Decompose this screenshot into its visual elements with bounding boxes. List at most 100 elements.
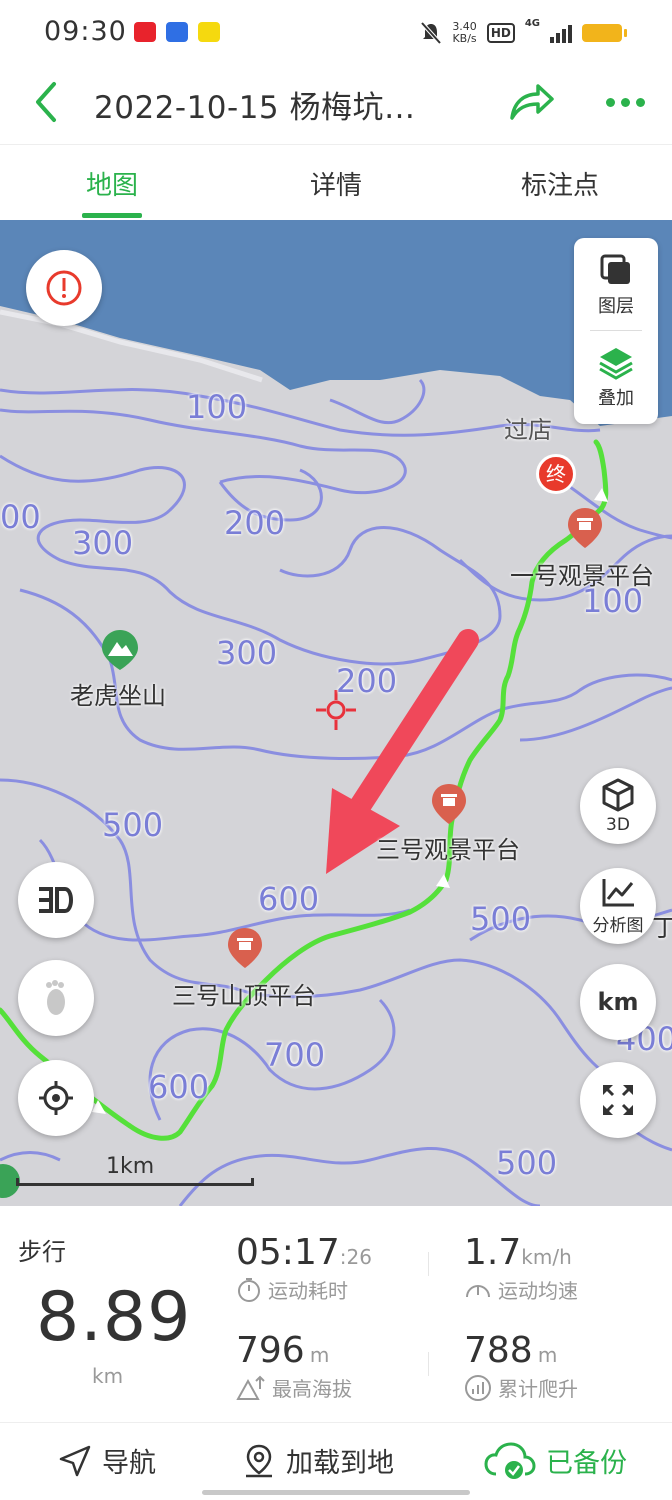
dot — [635, 97, 645, 107]
contour-label: 600 — [258, 880, 320, 918]
tab-map[interactable]: 地图 — [82, 165, 142, 202]
active-tab-indicator — [82, 213, 142, 218]
avg-speed-stat: 1.7km/h 运动均速 — [464, 1232, 578, 1304]
status-bar: 09:30 3.40 KB/s HD 4G — [0, 0, 672, 64]
overlay-label: 叠加 — [598, 388, 634, 409]
contour-label: 00 — [0, 498, 41, 536]
navigation-arrow-icon — [59, 1445, 91, 1476]
tab-markers[interactable]: 标注点 — [514, 165, 606, 202]
status-time: 09:30 — [44, 16, 127, 47]
layer-button[interactable]: 图层 — [574, 240, 658, 330]
network-type: 4G — [524, 18, 540, 29]
net-speed: 3.40 KB/s — [452, 20, 477, 45]
avg-speed-unit: km/h — [521, 1245, 572, 1269]
stats-panel: 步行 8.89 km 05:17:26 运动耗时 1.7km/h 运动均速 79… — [0, 1206, 672, 1422]
line-chart-icon — [602, 878, 634, 906]
avg-speed-label: 运动均速 — [498, 1279, 578, 1303]
climb-chart-icon — [465, 1374, 491, 1401]
status-indicators: 3.40 KB/s HD 4G — [420, 18, 627, 48]
layers-copy-icon — [600, 254, 630, 284]
unit-toggle-button[interactable]: km — [580, 964, 656, 1040]
contour-label: 300 — [72, 524, 134, 562]
activity-type: 步行 — [18, 1238, 66, 1266]
tab-details[interactable]: 详情 — [306, 165, 366, 202]
navigate-label: 导航 — [102, 1448, 156, 1479]
tab-bar: 地图 详情 标注点 — [0, 144, 672, 220]
scale-label: 1km — [106, 1154, 155, 1179]
map-canvas — [0, 220, 672, 1206]
divider — [428, 1252, 429, 1276]
baidu-app-icon — [166, 22, 188, 42]
load-to-map-label: 加载到地 — [286, 1448, 394, 1479]
contour-label: 200 — [224, 504, 286, 542]
ascent-label: 累计爬升 — [498, 1377, 578, 1401]
dot — [605, 97, 615, 107]
group-buy-app-icon — [198, 22, 220, 42]
hd-badge: HD — [486, 23, 515, 43]
map-view[interactable]: 100 100 200 200 300 300 500 500 500 600 … — [0, 220, 672, 1206]
ascent-value: 788 — [464, 1330, 533, 1371]
viewpoint-marker-icon[interactable] — [226, 926, 264, 970]
mountain-marker-icon[interactable] — [100, 628, 140, 672]
share-icon — [510, 84, 554, 120]
divider — [590, 330, 642, 331]
analysis-chart-button[interactable]: 分析图 — [580, 868, 656, 944]
end-marker-icon[interactable]: 终 — [536, 454, 576, 494]
stopwatch-icon — [238, 1277, 260, 1302]
3d-view-button[interactable]: 3D — [580, 768, 656, 844]
load-to-map-button[interactable]: 加载到地 — [242, 1441, 394, 1480]
place-label-laohu: 老虎坐山 — [70, 682, 166, 710]
sea-area — [0, 220, 672, 426]
place-label-guodian: 过店 — [504, 416, 552, 444]
cloud-check-icon — [484, 1441, 536, 1479]
duration-value: 05:17 — [236, 1232, 340, 1273]
shop-app-icon — [134, 22, 156, 42]
navigate-button[interactable]: 导航 — [58, 1441, 156, 1480]
expand-icon — [603, 1085, 633, 1115]
footprint-button[interactable] — [18, 960, 94, 1036]
viewpoint-marker-icon[interactable] — [430, 782, 468, 826]
mountain-peak-icon — [236, 1375, 265, 1400]
terrain-3d-button[interactable] — [18, 862, 94, 938]
place-label-platform1: 一号观景平台 — [510, 562, 654, 590]
app-header: 2022-10-15 杨梅坑… — [0, 64, 672, 144]
duration-stat: 05:17:26 运动耗时 — [236, 1232, 372, 1304]
fullscreen-button[interactable] — [580, 1062, 656, 1138]
bottom-action-bar: 导航 加载到地 已备份 — [0, 1422, 672, 1500]
layer-panel: 图层 叠加 — [574, 238, 658, 424]
contour-label: 500 — [496, 1144, 558, 1182]
location-pin-icon — [246, 1444, 272, 1477]
max-alt-unit: m — [309, 1343, 330, 1367]
distance-unit: km — [92, 1364, 124, 1388]
contour-label: 500 — [102, 806, 164, 844]
max-alt-label: 最高海拔 — [272, 1377, 352, 1401]
max-altitude-stat: 796 m 最高海拔 — [236, 1330, 352, 1402]
cube-icon — [602, 778, 634, 812]
mute-icon — [420, 21, 442, 45]
3d-label: 3D — [606, 815, 630, 835]
contour-label: 600 — [148, 1068, 210, 1106]
place-label-platform3: 三号观景平台 — [376, 836, 520, 864]
more-button[interactable] — [600, 80, 650, 124]
alert-icon — [46, 270, 82, 306]
duration-seconds: :26 — [339, 1245, 372, 1269]
stack-icon — [599, 348, 633, 380]
home-indicator[interactable] — [202, 1490, 470, 1495]
contour-label: 700 — [264, 1036, 326, 1074]
duration-label: 运动耗时 — [268, 1279, 348, 1303]
battery-icon — [582, 24, 627, 42]
contour-label: 500 — [470, 900, 532, 938]
viewpoint-marker-icon[interactable] — [566, 506, 604, 550]
dot — [620, 97, 630, 107]
speedometer-icon — [466, 1284, 490, 1297]
warning-button[interactable] — [26, 250, 102, 326]
back-button[interactable] — [28, 78, 68, 126]
layer-label: 图层 — [598, 296, 634, 317]
3d-text-icon — [39, 887, 73, 913]
locate-button[interactable] — [18, 1060, 94, 1136]
backup-status-button[interactable]: 已备份 — [484, 1441, 627, 1480]
overlay-button[interactable]: 叠加 — [574, 332, 658, 422]
contour-label: 100 — [186, 388, 248, 426]
ascent-stat: 788 m 累计爬升 — [464, 1330, 578, 1402]
share-button[interactable] — [506, 80, 556, 124]
